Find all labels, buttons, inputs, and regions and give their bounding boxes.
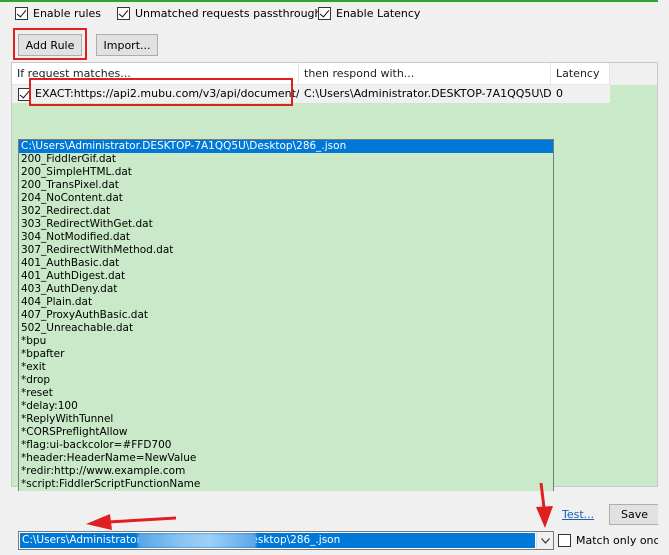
annotation-arrows	[86, 482, 553, 530]
